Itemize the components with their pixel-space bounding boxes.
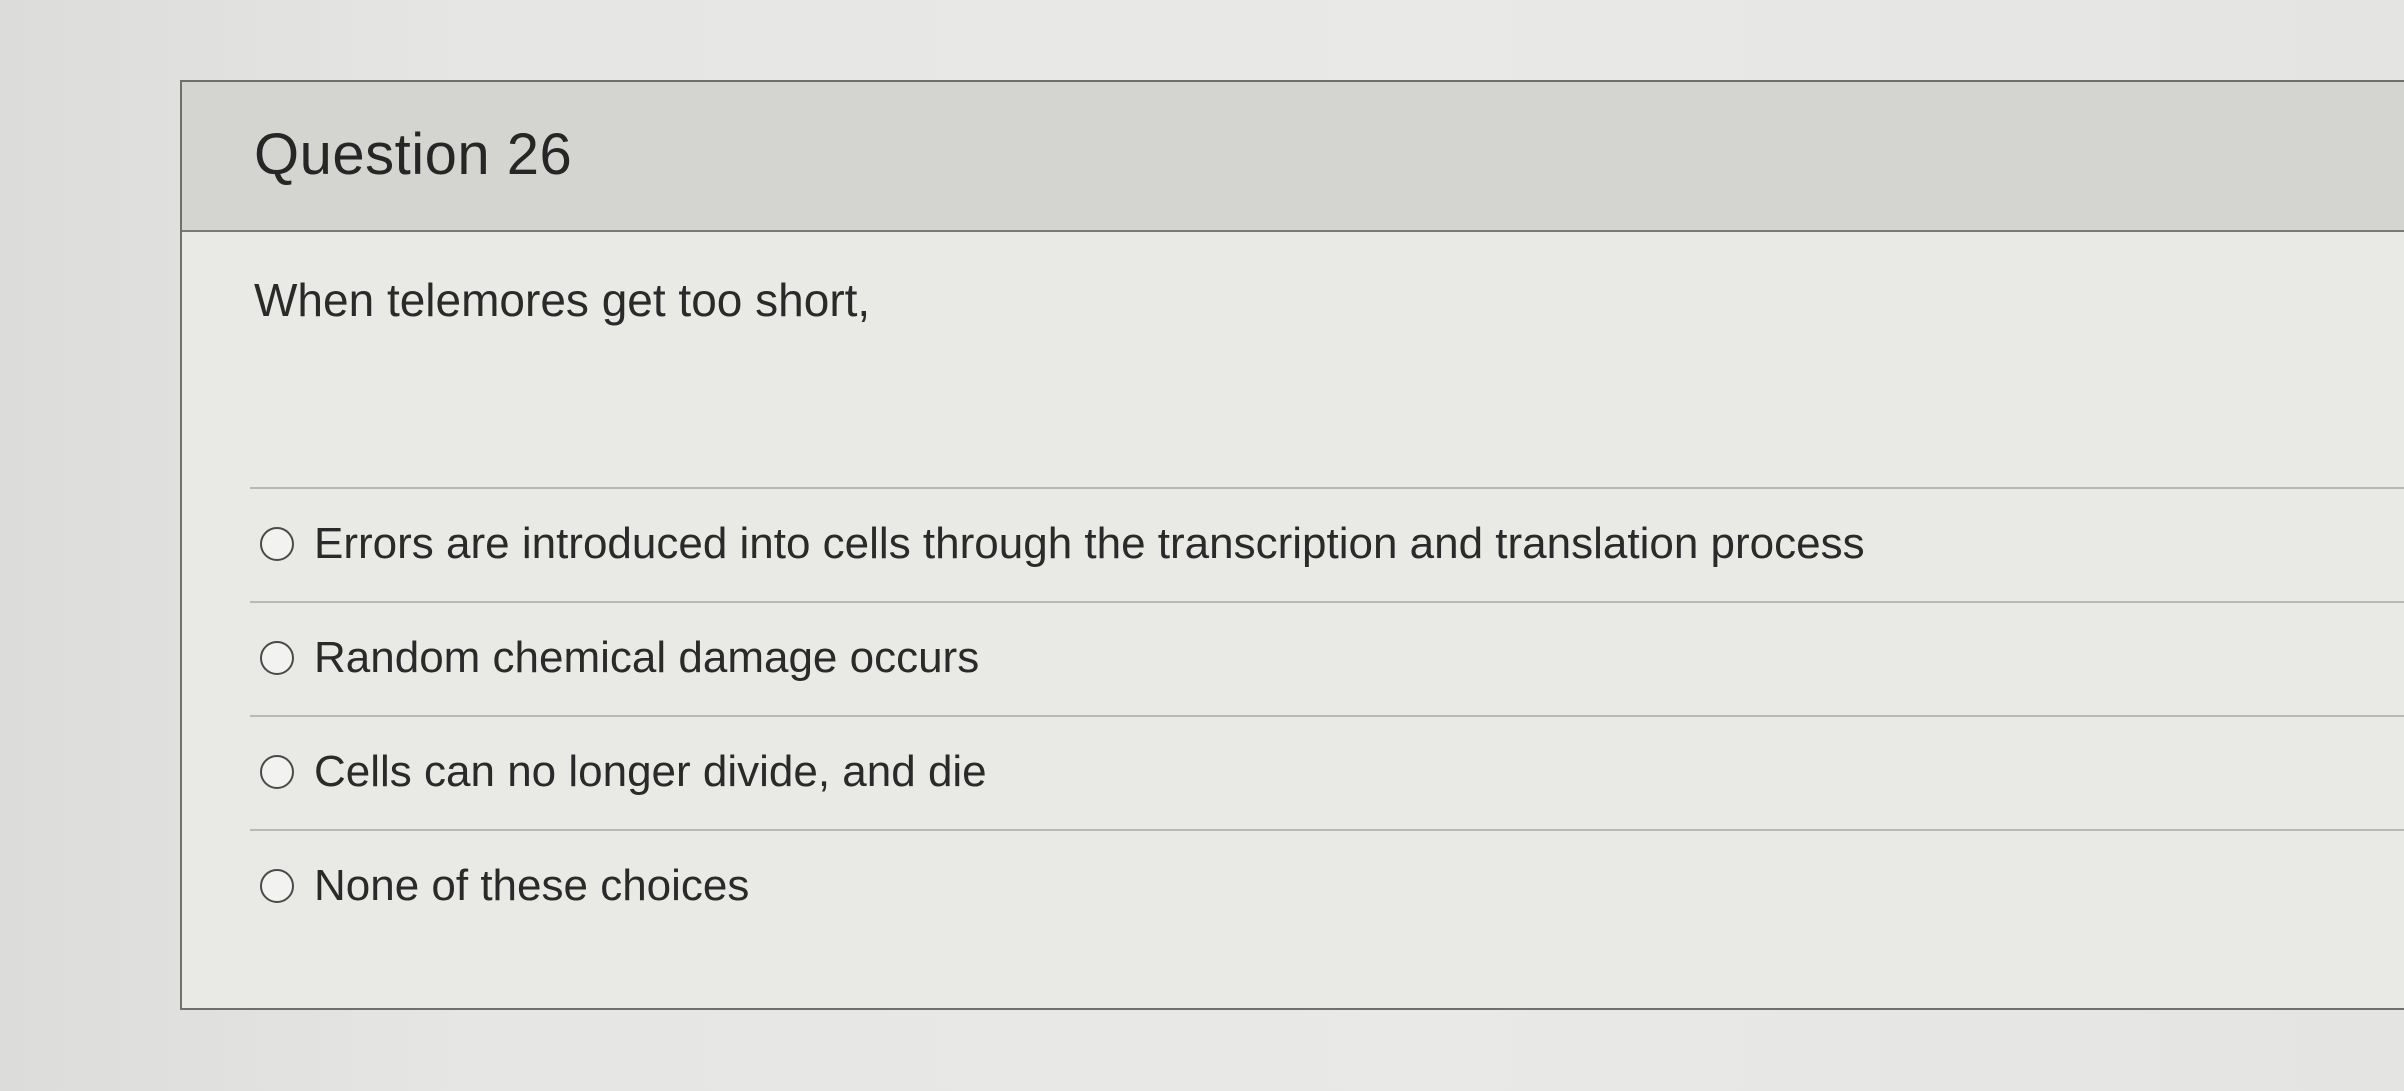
radio-button-3[interactable]: [260, 755, 294, 789]
answer-option-3[interactable]: Cells can no longer divide, and die: [250, 717, 2404, 831]
answer-list: Errors are introduced into cells through…: [250, 487, 2404, 945]
answer-label-4[interactable]: None of these choices: [314, 859, 749, 913]
radio-button-1[interactable]: [260, 527, 294, 561]
answer-label-2[interactable]: Random chemical damage occurs: [314, 631, 979, 685]
radio-button-2[interactable]: [260, 641, 294, 675]
question-prompt: When telemores get too short,: [254, 274, 871, 326]
question-title: Question 26: [254, 122, 573, 187]
question-header: Question 26: [182, 82, 2404, 232]
answer-option-4[interactable]: None of these choices: [250, 831, 2404, 945]
radio-button-4[interactable]: [260, 869, 294, 903]
answer-option-1[interactable]: Errors are introduced into cells through…: [250, 489, 2404, 603]
answer-label-1[interactable]: Errors are introduced into cells through…: [314, 517, 1865, 571]
answer-option-2[interactable]: Random chemical damage occurs: [250, 603, 2404, 717]
answer-label-3[interactable]: Cells can no longer divide, and die: [314, 745, 987, 799]
question-card: Question 26 When telemores get too short…: [180, 80, 2404, 1010]
